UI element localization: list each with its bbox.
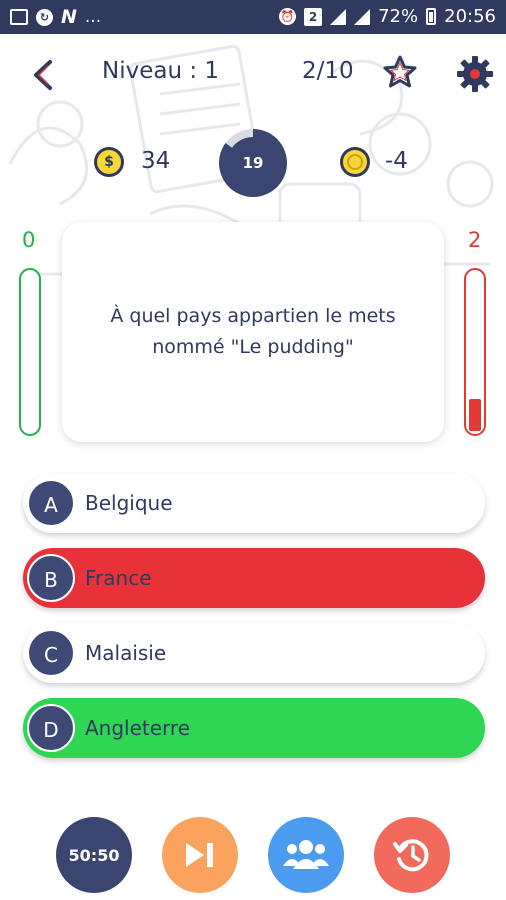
star-icon[interactable] bbox=[382, 54, 418, 90]
answer-d-button[interactable]: D Angleterre bbox=[23, 698, 485, 758]
gallery-icon bbox=[10, 9, 28, 25]
restore-button[interactable] bbox=[374, 817, 450, 893]
answer-d-label: Angleterre bbox=[85, 716, 191, 740]
question-text: À quel pays appartien le mets nommé "Le … bbox=[110, 305, 396, 358]
gold-coin-icon bbox=[340, 147, 370, 177]
signal-strength-icon bbox=[354, 8, 371, 25]
wrong-gauge bbox=[464, 268, 486, 436]
battery-icon bbox=[426, 8, 437, 25]
ask-audience-button[interactable] bbox=[268, 817, 344, 893]
clock: 20:56 bbox=[444, 6, 496, 27]
correct-gauge bbox=[19, 268, 41, 436]
skip-button[interactable] bbox=[162, 817, 238, 893]
history-icon bbox=[393, 839, 429, 872]
answer-b-button[interactable]: B France bbox=[23, 548, 485, 608]
wrong-count: 2 bbox=[468, 228, 482, 252]
money-count: 34 bbox=[141, 148, 171, 174]
back-button[interactable] bbox=[28, 58, 58, 92]
answer-d-letter: D bbox=[27, 704, 75, 752]
score-count: -4 bbox=[385, 148, 408, 174]
answer-b-label: France bbox=[85, 566, 152, 590]
status-bar: ↻ N ... ⏰ 2 72% 20:56 bbox=[0, 0, 506, 34]
question-card: À quel pays appartien le mets nommé "Le … bbox=[62, 222, 444, 442]
battery-percent: 72% bbox=[378, 6, 419, 27]
gear-icon[interactable] bbox=[455, 54, 495, 94]
answer-a-label: Belgique bbox=[85, 491, 173, 515]
sim-badge: 2 bbox=[304, 7, 323, 26]
question-progress: 2/10 bbox=[302, 58, 354, 84]
answer-a-button[interactable]: A Belgique bbox=[23, 473, 485, 533]
people-icon bbox=[283, 840, 329, 869]
answer-b-letter: B bbox=[27, 554, 75, 602]
skip-icon bbox=[186, 843, 213, 867]
correct-count: 0 bbox=[22, 228, 36, 252]
dollar-coin-icon: $ bbox=[94, 147, 124, 177]
answer-c-button[interactable]: C Malaisie bbox=[23, 623, 485, 683]
wrong-gauge-fill bbox=[469, 399, 481, 431]
notification-icon: ↻ bbox=[36, 8, 53, 26]
answer-c-letter: C bbox=[27, 629, 75, 677]
n-app-icon: N bbox=[61, 6, 77, 28]
fifty-fifty-button[interactable]: 50:50 bbox=[56, 817, 132, 893]
alarm-icon: ⏰ bbox=[279, 8, 297, 25]
more-notifications: ... bbox=[84, 7, 102, 27]
answer-a-letter: A bbox=[27, 479, 75, 527]
timer-value: 19 bbox=[242, 154, 264, 172]
level-label: Niveau : 1 bbox=[102, 58, 220, 84]
signal-icon bbox=[330, 8, 347, 25]
answer-c-label: Malaisie bbox=[85, 641, 167, 665]
